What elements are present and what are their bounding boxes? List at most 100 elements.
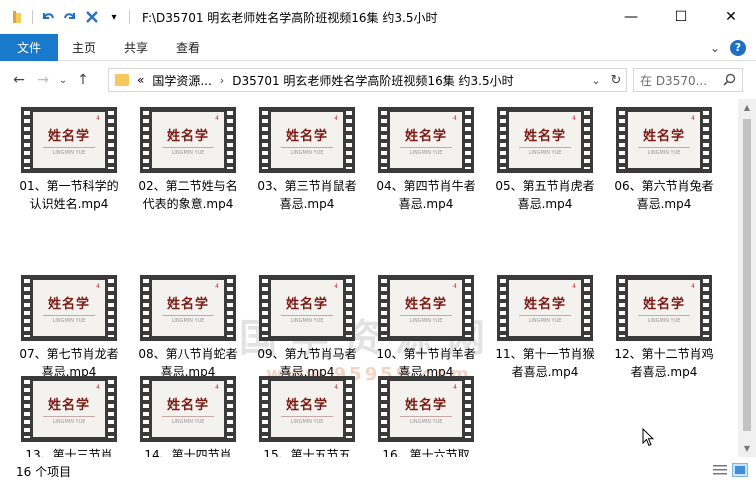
search-input[interactable]: 在 D3570... (633, 68, 743, 92)
breadcrumb-item[interactable]: 国学资源... (152, 72, 211, 89)
video-thumbnail: 4 姓名学 LINGMIN YUE (616, 275, 712, 341)
details-view-icon[interactable] (712, 463, 728, 477)
thumbnail-rule (400, 146, 452, 148)
video-thumbnail: 4 姓名学 LINGMIN YUE (140, 107, 236, 173)
title-bar: ▾ F:\D35701 明玄老师姓名学高阶班视频16集 约3.5小时 — ☐ ✕ (0, 0, 756, 34)
close-button[interactable]: ✕ (706, 0, 756, 34)
separator (32, 10, 33, 24)
up-button[interactable]: ↑ (72, 69, 94, 91)
thumbnail-title: 姓名学 (47, 128, 90, 144)
tab-home[interactable]: 主页 (58, 34, 110, 61)
redo-icon[interactable] (61, 8, 79, 26)
file-item[interactable]: 4 姓名学 LINGMIN YUE 12、第十二节肖鸡者喜忌.mp4 (609, 275, 719, 381)
thumbnail-title: 姓名学 (642, 128, 685, 144)
address-dropdown[interactable]: ⌄ (586, 74, 606, 87)
thumbnail-subtitle: LINGMIN YUE (528, 149, 562, 156)
file-item[interactable]: 4 姓名学 LINGMIN YUE 02、第二节姓与名代表的象意.mp4 (133, 107, 243, 213)
thumbnail-subtitle: LINGMIN YUE (647, 317, 681, 324)
item-count: 16 个项目 (16, 464, 72, 479)
thumbnail-subtitle: LINGMIN YUE (171, 317, 205, 324)
customize-quick-access-dropdown[interactable]: ▾ (105, 8, 123, 26)
video-thumbnail: 4 姓名学 LINGMIN YUE (259, 376, 355, 442)
file-item[interactable]: 4 姓名学 LINGMIN YUE 07、第七节肖龙者喜忌.mp4 (14, 275, 124, 381)
status-bar: 16 个项目 (0, 457, 756, 485)
thumbnail-mark: 4 (453, 115, 457, 122)
thumbnail-rule (43, 415, 95, 417)
file-item[interactable]: 4 姓名学 LINGMIN YUE 15、第十五节五 (252, 376, 362, 457)
file-item[interactable]: 4 姓名学 LINGMIN YUE 03、第三节肖鼠者喜忌.mp4 (252, 107, 362, 213)
file-item[interactable]: 4 姓名学 LINGMIN YUE 01、第一节科学的认识姓名.mp4 (14, 107, 124, 213)
ribbon-tabs: 文件 主页 共享 查看 ⌄ ? (0, 33, 756, 61)
tab-share[interactable]: 共享 (110, 34, 162, 61)
scroll-up-arrow[interactable]: ▲ (738, 99, 756, 116)
thumbnail-subtitle: LINGMIN YUE (52, 149, 86, 156)
tab-file[interactable]: 文件 (0, 33, 59, 61)
thumbnail-rule (162, 415, 214, 417)
thumbnail-frame: 4 姓名学 LINGMIN YUE (152, 381, 224, 437)
thumbnail-title: 姓名学 (47, 397, 90, 413)
thumbnail-frame: 4 姓名学 LINGMIN YUE (390, 381, 462, 437)
file-item[interactable]: 4 姓名学 LINGMIN YUE 05、第五节肖虎者喜忌.mp4 (490, 107, 600, 213)
vertical-scrollbar[interactable]: ▲ ▼ (738, 99, 756, 457)
undo-icon[interactable] (39, 8, 57, 26)
file-item[interactable]: 4 姓名学 LINGMIN YUE 13、第十三节肖 (14, 376, 124, 457)
breadcrumb-current[interactable]: D35701 明玄老师姓名学高阶班视频16集 约3.5小时 (232, 72, 513, 89)
file-item[interactable]: 4 姓名学 LINGMIN YUE 08、第八节肖蛇者喜忌.mp4 (133, 275, 243, 381)
thumbnail-title: 姓名学 (404, 397, 447, 413)
file-item[interactable]: 4 姓名学 LINGMIN YUE 11、第十一节肖猴者喜忌.mp4 (490, 275, 600, 381)
maximize-button[interactable]: ☐ (656, 0, 706, 34)
video-thumbnail: 4 姓名学 LINGMIN YUE (140, 376, 236, 442)
thumbnail-rule (43, 314, 95, 316)
recent-locations-dropdown[interactable]: ⌄ (56, 69, 70, 91)
file-item[interactable]: 4 姓名学 LINGMIN YUE 09、第九节肖马者喜忌.mp4 (252, 275, 362, 381)
minimize-button[interactable]: — (606, 0, 656, 34)
file-item[interactable]: 4 姓名学 LINGMIN YUE 10、第十节肖羊者喜忌.mp4 (371, 275, 481, 381)
large-icons-view-icon[interactable] (732, 463, 748, 477)
thumbnail-subtitle: LINGMIN YUE (171, 418, 205, 425)
thumbnail-rule (638, 314, 690, 316)
ribbon-collapse-icon[interactable]: ⌄ (710, 41, 720, 55)
window-controls: — ☐ ✕ (606, 0, 756, 34)
address-bar[interactable]: « 国学资源... › D35701 明玄老师姓名学高阶班视频16集 约3.5小… (108, 68, 627, 92)
thumbnail-frame: 4 姓名学 LINGMIN YUE (390, 112, 462, 168)
delete-icon[interactable] (83, 8, 101, 26)
breadcrumb-overflow[interactable]: « (137, 73, 144, 87)
back-button[interactable]: ← (8, 69, 30, 91)
thumbnail-title: 姓名学 (285, 128, 328, 144)
file-name: 01、第一节科学的认识姓名.mp4 (19, 179, 119, 211)
thumbnail-subtitle: LINGMIN YUE (409, 418, 443, 425)
scroll-down-arrow[interactable]: ▼ (738, 440, 756, 457)
video-thumbnail: 4 姓名学 LINGMIN YUE (497, 275, 593, 341)
breadcrumb-separator[interactable]: › (220, 74, 224, 87)
video-thumbnail: 4 姓名学 LINGMIN YUE (21, 107, 117, 173)
file-item[interactable]: 4 姓名学 LINGMIN YUE 04、第四节肖牛者喜忌.mp4 (371, 107, 481, 213)
thumbnail-frame: 4 姓名学 LINGMIN YUE (271, 381, 343, 437)
help-icon[interactable]: ? (730, 39, 746, 56)
file-name: 03、第三节肖鼠者喜忌.mp4 (257, 179, 357, 211)
thumbnail-mark: 4 (334, 384, 338, 391)
file-item[interactable]: 4 姓名学 LINGMIN YUE 14、第十四节肖 (133, 376, 243, 457)
thumbnail-title: 姓名学 (166, 397, 209, 413)
thumbnail-frame: 4 姓名学 LINGMIN YUE (33, 112, 105, 168)
file-name: 04、第四节肖牛者喜忌.mp4 (376, 179, 476, 211)
tab-view[interactable]: 查看 (162, 34, 214, 61)
file-name: 02、第二节姓与名代表的象意.mp4 (138, 179, 238, 211)
refresh-button[interactable]: ↻ (606, 73, 626, 88)
thumbnail-rule (162, 314, 214, 316)
thumbnail-mark: 4 (691, 115, 695, 122)
file-item[interactable]: 4 姓名学 LINGMIN YUE 06、第六节肖兔者喜忌.mp4 (609, 107, 719, 213)
thumbnail-title: 姓名学 (166, 128, 209, 144)
video-thumbnail: 4 姓名学 LINGMIN YUE (140, 275, 236, 341)
file-list: 国学资源网 www.95959.com 4 姓名学 LINGMIN YUE 01、第一… (0, 99, 738, 457)
thumbnail-subtitle: LINGMIN YUE (290, 149, 324, 156)
file-item[interactable]: 4 姓名学 LINGMIN YUE 16、第十六节取 (371, 376, 481, 457)
thumbnail-title: 姓名学 (523, 296, 566, 312)
thumbnail-frame: 4 姓名学 LINGMIN YUE (509, 280, 581, 336)
thumbnail-rule (43, 146, 95, 148)
video-thumbnail: 4 姓名学 LINGMIN YUE (259, 275, 355, 341)
thumbnail-rule (519, 146, 571, 148)
forward-button[interactable]: → (32, 69, 54, 91)
thumbnail-title: 姓名学 (404, 296, 447, 312)
scrollbar-thumb[interactable] (743, 119, 751, 431)
thumbnail-subtitle: LINGMIN YUE (290, 317, 324, 324)
